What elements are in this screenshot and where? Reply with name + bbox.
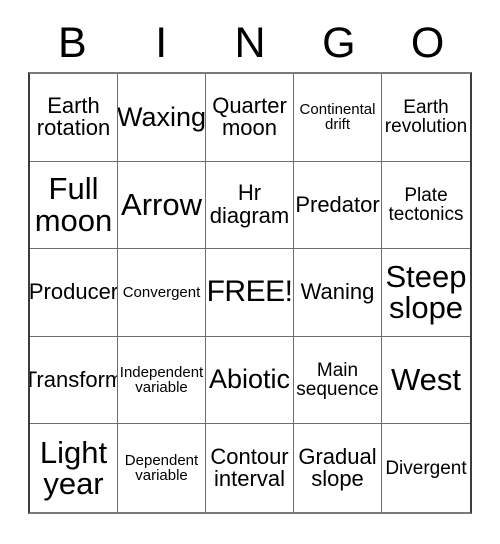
bingo-cell[interactable]: Dependent variable — [118, 424, 206, 512]
bingo-cell[interactable]: Convergent — [118, 249, 206, 337]
bingo-free-space-label: FREE! — [206, 275, 293, 309]
bingo-cell-free-space[interactable]: FREE! — [206, 249, 294, 337]
bingo-cell[interactable]: Predator — [294, 161, 382, 250]
bingo-cell[interactable]: Earth revolution — [382, 74, 470, 162]
bingo-cell-label: Plate tectonics — [388, 184, 464, 225]
bingo-cell-label: Independent variable — [119, 363, 204, 397]
bingo-cell-label: Full moon — [34, 171, 113, 238]
bingo-cell[interactable]: Plate tectonics — [382, 162, 470, 250]
bingo-header-letter-o: O — [410, 18, 445, 67]
bingo-cell-label: Steep slope — [385, 258, 467, 326]
bingo-cell-label: Earth revolution — [384, 96, 468, 138]
bingo-cell[interactable]: Producer — [30, 249, 118, 337]
bingo-card: B I N G O Earth rotation Waxing Quarter … — [28, 14, 472, 514]
bingo-cell-label: Waning — [300, 279, 375, 305]
bingo-cell[interactable]: Quarter moon — [206, 74, 294, 162]
bingo-cell-label: Waxing — [118, 101, 206, 132]
bingo-cell-label: Predator — [295, 191, 380, 217]
bingo-cell[interactable]: Gradual slope — [294, 424, 382, 512]
bingo-cell[interactable]: Light year — [30, 424, 118, 512]
bingo-header-letter-g: G — [322, 18, 356, 67]
bingo-cell-label: Producer — [30, 279, 118, 305]
bingo-header-letter-n: N — [234, 18, 266, 67]
bingo-cell[interactable]: Divergent — [382, 424, 470, 512]
bingo-cell[interactable]: Waxing — [118, 74, 206, 162]
bingo-cell[interactable]: Full moon — [30, 161, 118, 250]
bingo-cell[interactable]: Earth rotation — [30, 74, 118, 162]
bingo-cell-label: Hr diagram — [209, 180, 290, 228]
bingo-cell-label: Gradual slope — [298, 443, 377, 492]
bingo-cell-label: Divergent — [385, 457, 467, 479]
bingo-cell[interactable]: Abiotic — [206, 336, 294, 425]
bingo-cell-label: West — [390, 362, 462, 398]
bingo-cell-label: Arrow — [121, 187, 202, 223]
bingo-cell[interactable]: Independent variable — [118, 336, 206, 425]
bingo-cell[interactable]: Main sequence — [294, 336, 382, 425]
bingo-cell[interactable]: West — [382, 337, 470, 425]
bingo-header-letter-b: B — [58, 18, 87, 67]
bingo-cell-label: Quarter moon — [212, 92, 287, 141]
bingo-cell-label: Contour interval — [210, 443, 289, 492]
bingo-cell-label: Earth rotation — [36, 92, 111, 141]
bingo-header-letter-i: I — [155, 18, 168, 67]
bingo-grid: Earth rotation Waxing Quarter moon Conti… — [28, 72, 472, 514]
bingo-header-row: B I N G O — [28, 14, 472, 72]
bingo-cell[interactable]: Continental drift — [294, 74, 382, 162]
bingo-cell-label: Dependent variable — [124, 451, 199, 485]
bingo-cell-label: Light year — [39, 434, 108, 502]
bingo-cell-label: Abiotic — [208, 364, 291, 395]
bingo-cell[interactable]: Waning — [294, 249, 382, 337]
bingo-cell-label: Transform — [30, 366, 118, 392]
bingo-cell[interactable]: Transform — [30, 336, 118, 425]
bingo-cell[interactable]: Contour interval — [206, 424, 294, 512]
bingo-cell[interactable]: Arrow — [118, 161, 206, 250]
bingo-cell[interactable]: Hr diagram — [206, 161, 294, 250]
bingo-cell-label: Convergent — [122, 283, 201, 301]
bingo-cell-label: Continental drift — [299, 101, 376, 134]
bingo-cell[interactable]: Steep slope — [382, 249, 470, 337]
bingo-cell-label: Main sequence — [296, 359, 379, 401]
